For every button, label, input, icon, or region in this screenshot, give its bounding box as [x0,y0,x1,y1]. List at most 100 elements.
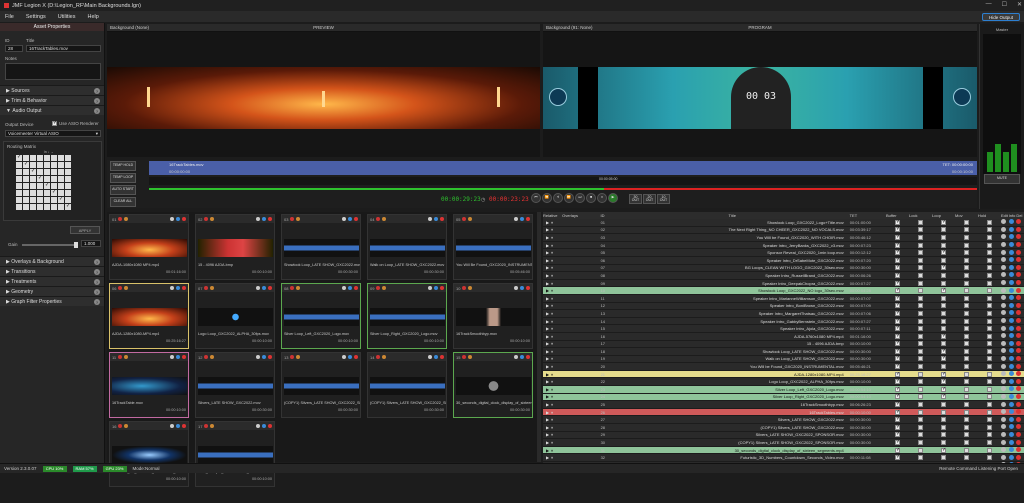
routing-cell[interactable] [44,182,50,189]
edit-icon[interactable] [428,217,432,221]
column-header-hold[interactable]: Hold [978,213,1001,218]
info-icon[interactable] [1008,242,1014,248]
delete-icon[interactable] [1016,318,1022,324]
delete-icon[interactable] [1016,348,1022,354]
hold-checkbox[interactable] [987,379,993,385]
routing-cell[interactable] [37,183,43,189]
edit-icon[interactable] [1001,386,1007,392]
asset-thumbnail[interactable]: 01 AJDA-1080x1080 MP4.mp4 00:01:16:00 [109,214,189,280]
routing-cell[interactable] [44,155,50,161]
routing-cell[interactable] [65,155,71,161]
routing-cell[interactable] [16,154,22,161]
gain-slider-handle[interactable] [74,242,78,248]
routing-cell[interactable] [30,183,36,189]
help-icon[interactable]: ? [94,88,100,94]
routing-cell[interactable] [51,197,57,203]
routing-cell[interactable] [58,155,64,161]
pause-icon[interactable]: ⏸ [551,265,553,270]
info-icon[interactable] [1008,355,1014,361]
lock-checkbox[interactable] [918,440,924,446]
buffer-checkbox[interactable] [895,424,900,430]
loop-checkbox[interactable] [941,371,946,377]
lock-checkbox[interactable] [918,341,924,347]
play-icon[interactable]: ▶ [546,258,549,263]
playlist-row[interactable]: ▶ ⏸ 12 Speaker Intro_BoniBrown_GXC2022.mov 0… [543,302,1024,311]
pause-icon[interactable]: ⏸ [551,258,553,263]
mov-checkbox[interactable] [964,227,970,233]
playlist-row[interactable]: ▶ ⏸ 11 Speaker Intro_MarianneWilliamson_GXC… [543,295,1024,303]
routing-cell[interactable] [44,169,50,175]
routing-cell[interactable] [30,197,36,203]
pause-icon[interactable]: ⏸ [551,227,553,232]
routing-cell[interactable] [51,176,57,182]
asset-thumbnail[interactable]: 03 Showlook Loop_LATE SHOW_GXC2022.mov 00:… [281,214,361,280]
lock-checkbox[interactable] [918,364,924,370]
gain-slider[interactable] [22,242,78,248]
edit-icon[interactable] [1001,257,1007,263]
routing-cell[interactable] [65,162,71,168]
edit-icon[interactable] [1001,424,1007,430]
hold-checkbox[interactable] [987,288,993,294]
playlist-row[interactable]: ▶ ⏸ 31 30_seconds_digital_clock_display_of_… [543,447,1024,455]
pause-icon[interactable]: ⏸ [551,220,553,225]
info-icon[interactable] [1008,257,1014,263]
edit-icon[interactable] [1001,226,1007,232]
buffer-checkbox[interactable] [895,272,900,278]
asset-thumbnail[interactable]: 07 Logo Loop_GXC2022_ALPHA_30fps.mov 00:00… [195,283,275,349]
loop-checkbox[interactable] [941,341,947,347]
delete-icon[interactable] [1016,416,1022,422]
info-icon[interactable] [1008,249,1014,255]
edit-icon[interactable] [1001,355,1007,361]
routing-cell[interactable] [65,203,71,210]
routing-cell[interactable] [16,197,22,203]
help-icon[interactable]: ? [94,108,100,114]
edit-icon[interactable] [1001,363,1007,369]
edit-icon[interactable] [1001,447,1007,453]
info-icon[interactable] [348,355,352,359]
cue-icon[interactable] [124,286,129,290]
pause-icon[interactable]: ⏸ [551,311,553,316]
record-icon[interactable] [204,286,209,290]
mov-checkbox[interactable] [964,409,970,415]
loop-checkbox[interactable] [941,234,947,240]
lock-checkbox[interactable] [918,356,924,362]
lock-checkbox[interactable] [918,455,924,461]
cue-icon[interactable] [124,424,129,428]
delete-icon[interactable] [268,424,272,428]
pause-icon[interactable]: ⏸ [551,273,553,278]
lock-checkbox[interactable] [918,386,924,392]
lock-checkbox[interactable] [918,219,924,225]
lock-checkbox[interactable] [918,250,924,256]
auto-start-button[interactable]: AUTO START [110,185,136,195]
play-icon[interactable]: ▶ [546,455,549,460]
info-icon[interactable] [176,286,180,290]
delete-icon[interactable] [1016,340,1022,346]
info-icon[interactable] [1008,447,1014,453]
play-icon[interactable]: ▶ [546,235,549,240]
playlist-row[interactable]: ▶ ⏸ 16 AJDA-5760x1080 MP4.mp4 00:01:16:00 [543,333,1024,341]
loop-checkbox[interactable] [941,295,947,301]
delete-icon[interactable] [1016,287,1022,293]
mov-checkbox[interactable] [964,326,970,332]
edit-icon[interactable] [1001,287,1007,293]
mov-checkbox[interactable] [964,402,970,408]
routing-cell[interactable] [16,176,22,182]
info-icon[interactable] [1008,264,1014,270]
routing-cell[interactable] [65,190,71,196]
mov-checkbox[interactable] [964,424,970,430]
play-icon[interactable]: ▶ [546,227,549,232]
delete-icon[interactable] [1016,393,1022,399]
info-icon[interactable] [1008,302,1014,308]
mov-checkbox[interactable] [964,455,970,461]
program-video[interactable]: 00 03 [543,67,977,129]
asset-thumbnail[interactable]: 05 You Will Be Found_GXC2020_INSTRUMENTAL… [453,214,533,280]
info-icon[interactable] [262,355,266,359]
routing-cell[interactable] [30,155,36,161]
record-icon[interactable] [118,355,123,359]
info-icon[interactable] [1008,310,1014,316]
loop-checkbox[interactable] [941,280,947,286]
routing-cell[interactable] [16,162,22,168]
hold-checkbox[interactable] [987,234,993,240]
buffer-checkbox[interactable] [895,454,900,461]
lock-checkbox[interactable] [918,424,924,430]
